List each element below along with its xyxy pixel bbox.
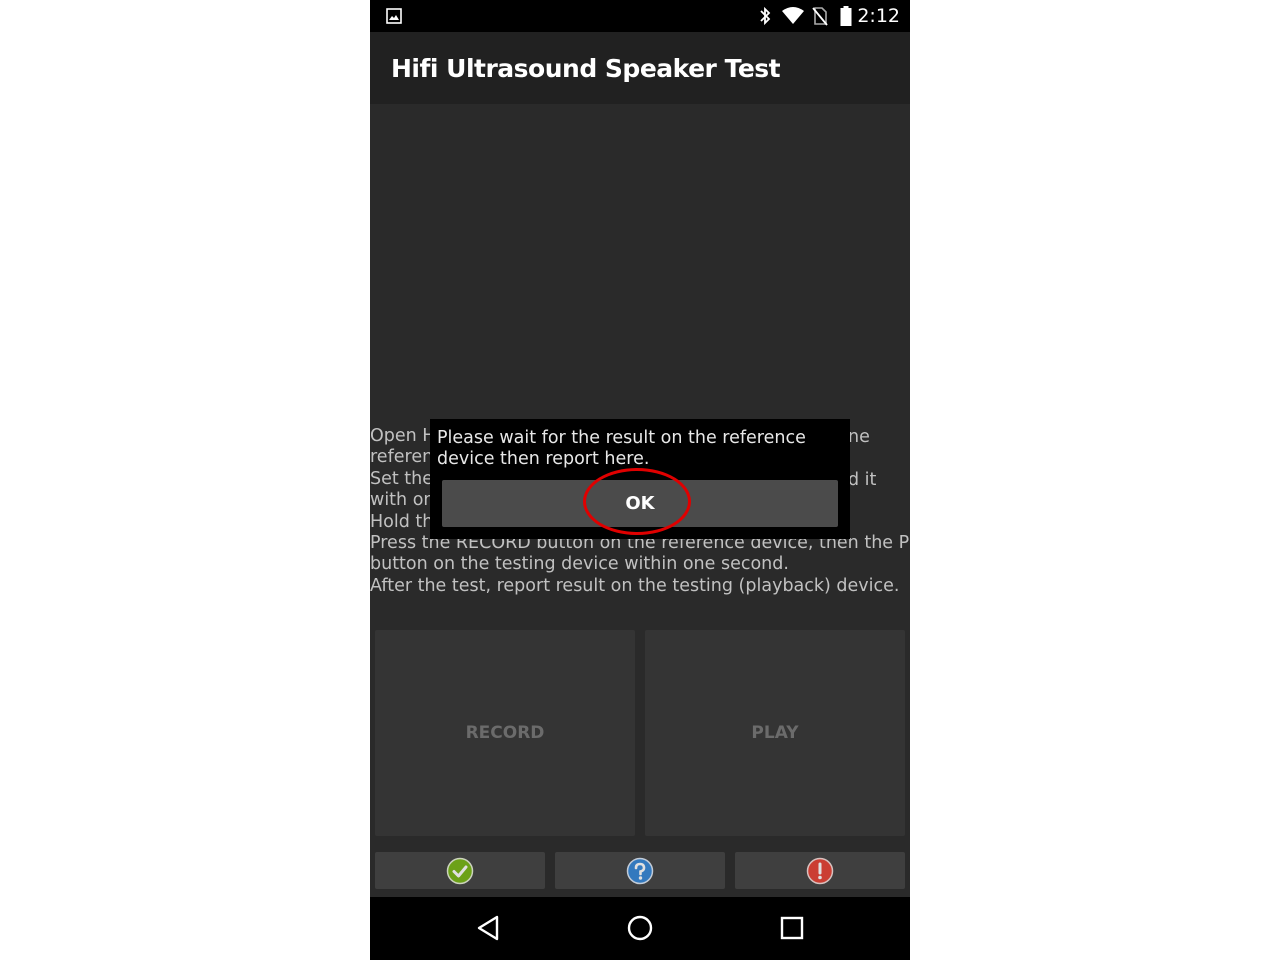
home-icon[interactable] bbox=[625, 913, 655, 943]
no-sim-icon bbox=[812, 7, 828, 26]
status-time: 2:12 bbox=[857, 5, 900, 27]
highlight-circle bbox=[583, 468, 691, 535]
image-icon bbox=[386, 8, 402, 24]
navigation-bar bbox=[370, 897, 910, 960]
back-icon[interactable] bbox=[473, 913, 503, 943]
app-title: Hifi Ultrasound Speaker Test bbox=[391, 54, 781, 83]
app-bar: Hifi Ultrasound Speaker Test bbox=[370, 32, 910, 104]
recents-icon[interactable] bbox=[777, 913, 807, 943]
battery-icon bbox=[840, 6, 852, 26]
phone-screen: 2:12 Hifi Ultrasound Speaker Test Open H… bbox=[370, 0, 910, 960]
status-bar: 2:12 bbox=[370, 0, 910, 32]
dialog-message: Please wait for the result on the refere… bbox=[437, 428, 806, 470]
wifi-icon bbox=[782, 7, 804, 24]
bluetooth-icon bbox=[760, 6, 771, 26]
